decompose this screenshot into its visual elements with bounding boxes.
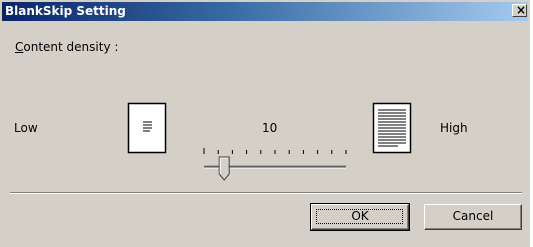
cancel-button-label: Cancel xyxy=(452,209,494,223)
density-label-text: ontent density : xyxy=(23,40,119,54)
close-icon: × xyxy=(516,3,527,17)
separator xyxy=(10,192,522,194)
close-button[interactable]: × xyxy=(512,3,527,17)
slider-ticks xyxy=(203,148,347,154)
window-title: BlankSkip Setting xyxy=(5,4,126,18)
blankskip-setting-dialog: BlankSkip Setting × Content density : Lo… xyxy=(0,0,530,247)
low-label: Low xyxy=(14,121,38,135)
high-label: High xyxy=(440,121,468,135)
focus-rectangle xyxy=(316,209,403,224)
density-value: 10 xyxy=(262,121,278,135)
ok-button[interactable]: OK xyxy=(310,203,410,231)
slider-thumb[interactable] xyxy=(218,156,230,181)
density-slider[interactable] xyxy=(196,144,352,184)
document-high-density-icon xyxy=(372,102,412,154)
content-density-label: Content density : xyxy=(15,40,118,54)
cancel-button[interactable]: Cancel xyxy=(424,204,522,230)
title-bar[interactable]: BlankSkip Setting × xyxy=(2,2,528,21)
document-low-density-icon xyxy=(127,102,167,154)
